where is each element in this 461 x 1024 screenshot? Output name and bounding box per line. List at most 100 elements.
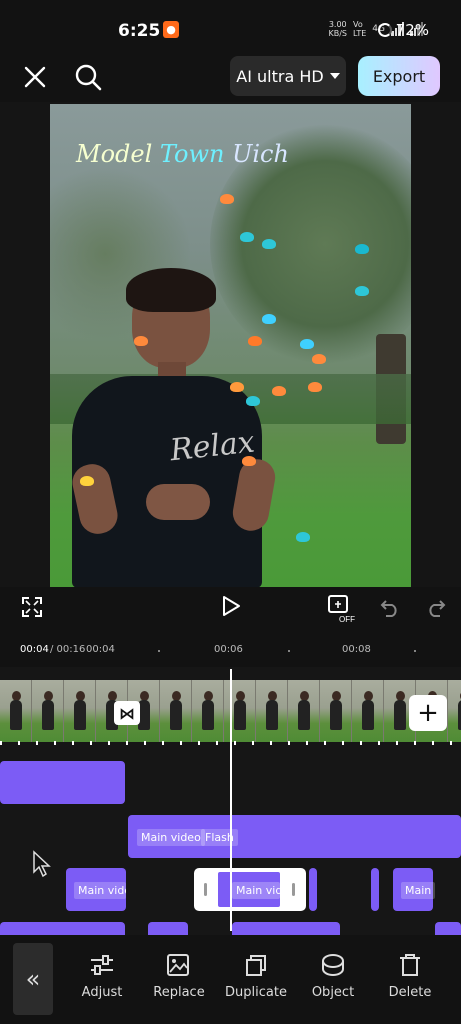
double-chevron-left-icon: «: [25, 965, 41, 993]
play-button[interactable]: [218, 593, 244, 619]
clip-frame: [160, 680, 192, 742]
close-button[interactable]: [20, 62, 50, 92]
effect-track-clip[interactable]: [371, 868, 379, 911]
effect-track-clip[interactable]: [0, 922, 125, 935]
butterfly: [230, 382, 244, 392]
trim-handle-left[interactable]: [204, 883, 207, 896]
volte-bottom: LTE: [353, 29, 367, 38]
replace-icon: [167, 954, 189, 976]
battery-indicator: 72%: [377, 21, 429, 39]
volte-indicator: Vo LTE: [353, 20, 366, 38]
network-speed: 3.00 KB/S: [328, 20, 347, 38]
butterfly: [240, 232, 254, 242]
collapse-back-button[interactable]: «: [13, 943, 53, 1015]
caret-down-icon: [329, 73, 340, 79]
butterfly: [272, 386, 286, 396]
editor-toolbar: AI ultra HD Export: [0, 52, 461, 102]
bottom-toolbar: « Adjust Replace Duplicate Object Delete: [0, 935, 461, 1024]
tool-duplicate[interactable]: Duplicate: [216, 953, 296, 1000]
redo-button[interactable]: [424, 595, 448, 619]
trim-handle-right[interactable]: [292, 883, 295, 896]
undo-button[interactable]: [378, 595, 402, 619]
tool-label: Replace: [153, 985, 205, 1000]
effect-track-clip[interactable]: Main: [393, 868, 436, 911]
svg-text:OFF: OFF: [339, 615, 355, 624]
time-ruler[interactable]: 00:04 / 00:16 00:04 00:06 00:08: [0, 637, 461, 667]
tool-object[interactable]: Object: [293, 953, 373, 1000]
playhead[interactable]: [230, 669, 232, 931]
track-label: Main: [401, 882, 436, 899]
person-hair: [126, 268, 216, 312]
network-speed-value: 3.00: [328, 20, 347, 29]
clip-frame: [32, 680, 64, 742]
ruler-dot: [414, 650, 416, 652]
transition-button[interactable]: ⋈: [114, 701, 140, 725]
current-time: 00:04: [20, 644, 49, 655]
search-icon: [75, 64, 102, 91]
caption-word-3: Uich: [232, 140, 289, 168]
butterfly: [355, 244, 369, 254]
butterfly: [248, 336, 262, 346]
tool-adjust[interactable]: Adjust: [62, 953, 142, 1000]
butterfly: [220, 194, 234, 204]
butterfly: [262, 239, 276, 249]
ruler-tick-label: 00:08: [342, 644, 371, 655]
caption-word-1: Model: [76, 140, 153, 168]
cursor-arrow-icon: [33, 850, 51, 878]
ruler-dot: [288, 650, 290, 652]
selected-track-clip[interactable]: Main video: [194, 868, 306, 911]
notification-app-icon: ●: [163, 21, 179, 38]
battery-level: 72%: [395, 21, 429, 39]
effect-track-clip[interactable]: [232, 922, 340, 935]
status-bar: 6:25 ● 3.00 KB/S Vo LTE 4G 72%: [0, 0, 461, 52]
track-label: Main video: [74, 882, 126, 899]
butterfly: [296, 532, 310, 542]
fullscreen-button[interactable]: [20, 595, 44, 619]
clip-frame: [320, 680, 352, 742]
search-button[interactable]: [72, 61, 104, 93]
clip-frame: [0, 680, 32, 742]
trash-icon: [400, 954, 420, 976]
effect-track-clip[interactable]: [435, 922, 461, 935]
clip-frame: [288, 680, 320, 742]
butterfly: [355, 286, 369, 296]
tool-replace[interactable]: Replace: [139, 953, 219, 1000]
clip-frame: [352, 680, 384, 742]
effect-track-clip[interactable]: [148, 922, 188, 935]
quality-label: AI ultra HD: [236, 66, 324, 86]
undo-icon: [380, 600, 397, 617]
video-preview[interactable]: Model Town Uich Relax: [50, 104, 411, 588]
mouse-pointer: [32, 850, 52, 882]
tool-label: Object: [311, 985, 355, 1000]
effect-track-clip[interactable]: [309, 868, 317, 911]
keyframe-off-button[interactable]: OFF: [324, 591, 358, 625]
ruler-dot: [158, 650, 160, 652]
effect-track-clip[interactable]: [0, 761, 125, 804]
export-button[interactable]: Export: [358, 56, 440, 96]
butterfly: [262, 314, 276, 324]
add-clip-button[interactable]: +: [409, 695, 447, 731]
track-label: Flash: [201, 829, 238, 846]
person-hands: [146, 484, 210, 520]
volte-top: Vo: [353, 20, 363, 29]
clip-frame: [224, 680, 256, 742]
object-icon: [322, 954, 344, 976]
transition-icon: ⋈: [119, 703, 135, 723]
video-caption: Model Town Uich: [76, 140, 289, 168]
tool-label: Adjust: [81, 985, 123, 1000]
ruler-tick-label: 00:06: [214, 644, 243, 655]
selected-clip-body: Main video: [218, 872, 280, 907]
butterfly: [80, 476, 94, 486]
clip-frame: [256, 680, 288, 742]
quality-dropdown[interactable]: AI ultra HD: [230, 56, 346, 96]
clip-frame: [448, 680, 461, 742]
close-icon: [24, 66, 46, 88]
effect-track-clip-main[interactable]: Main video Flash: [128, 815, 461, 858]
butterfly: [308, 382, 322, 392]
butterfly: [246, 396, 260, 406]
keyframe-off-icon: OFF: [328, 595, 355, 624]
butterfly: [312, 354, 326, 364]
effect-track-clip[interactable]: Main video: [66, 868, 126, 911]
clip-frame: [192, 680, 224, 742]
tool-delete[interactable]: Delete: [370, 953, 450, 1000]
